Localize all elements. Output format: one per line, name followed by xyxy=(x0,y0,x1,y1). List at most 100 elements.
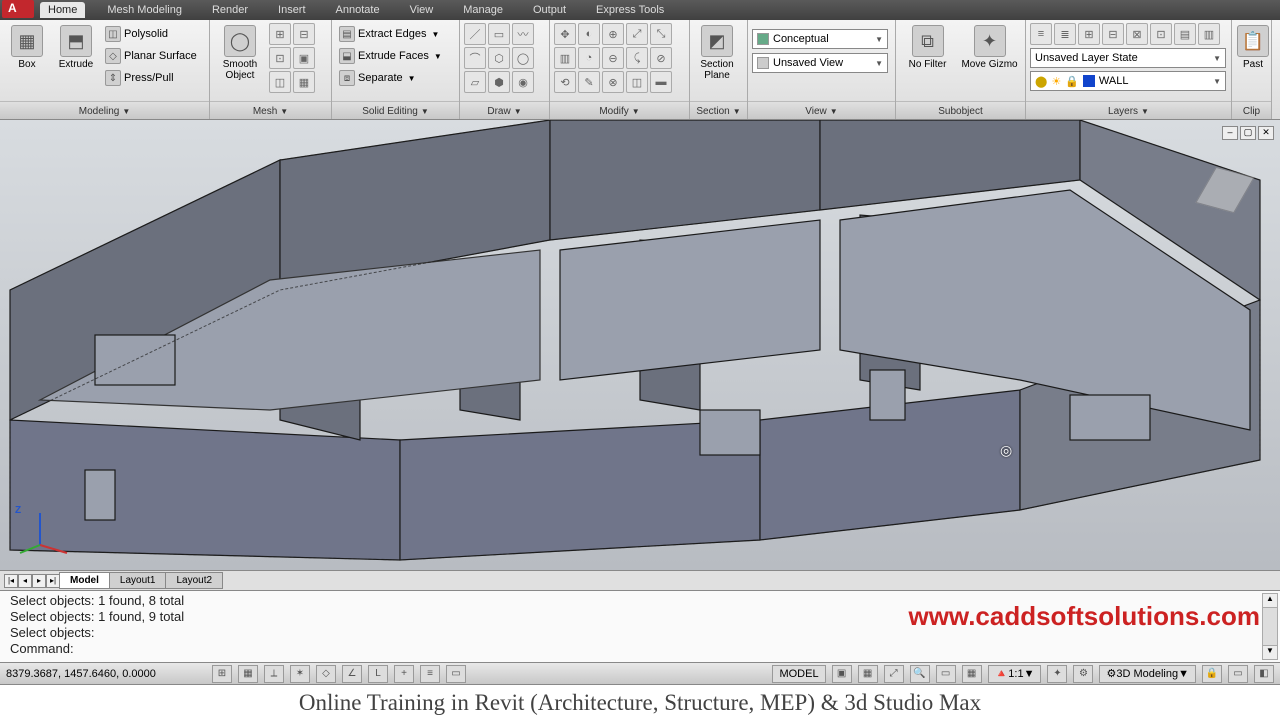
menu-tab-output[interactable]: Output xyxy=(525,2,574,18)
panel-title-modify[interactable]: Modify▼ xyxy=(550,101,689,119)
model-space-button[interactable]: MODEL xyxy=(772,665,825,683)
menu-tab-home[interactable]: Home xyxy=(40,2,85,18)
modify-icon-8[interactable]: ⊖ xyxy=(602,47,624,69)
tab-nav-prev[interactable]: ◂ xyxy=(18,574,32,588)
modify-icon-13[interactable]: ⊗ xyxy=(602,71,624,93)
layer-icon-7[interactable]: ▤ xyxy=(1174,23,1196,45)
status-icon-j[interactable]: ▭ xyxy=(1228,665,1248,683)
layer-icon-8[interactable]: ▥ xyxy=(1198,23,1220,45)
tab-nav-next[interactable]: ▸ xyxy=(32,574,46,588)
tab-layout1[interactable]: Layout1 xyxy=(109,572,167,589)
status-icon-k[interactable]: ◧ xyxy=(1254,665,1274,683)
draw-icon-4[interactable]: ⌒ xyxy=(464,47,486,69)
menu-tab-express-tools[interactable]: Express Tools xyxy=(588,2,672,18)
layer-icon-1[interactable]: ≡ xyxy=(1030,23,1052,45)
status-icon-i[interactable]: 🔒 xyxy=(1202,665,1222,683)
status-icon-c[interactable]: ⤢ xyxy=(884,665,904,683)
modify-icon-14[interactable]: ◫ xyxy=(626,71,648,93)
snap-toggle[interactable]: ⊞ xyxy=(212,665,232,683)
status-icon-d[interactable]: 🔍 xyxy=(910,665,930,683)
status-icon-e[interactable]: ▭ xyxy=(936,665,956,683)
panel-title-section[interactable]: Section▼ xyxy=(690,101,747,119)
layer-icon-3[interactable]: ⊞ xyxy=(1078,23,1100,45)
status-icon-f[interactable]: ▦ xyxy=(962,665,982,683)
polysolid-button[interactable]: ◫Polysolid xyxy=(102,23,200,45)
modify-icon-4[interactable]: ⤢ xyxy=(626,23,648,45)
panel-title-layers[interactable]: Layers▼ xyxy=(1026,101,1231,119)
workspace-switcher[interactable]: ⚙ 3D Modeling ▼ xyxy=(1099,665,1196,683)
polar-toggle[interactable]: ✶ xyxy=(290,665,310,683)
dyn-toggle[interactable]: + xyxy=(394,665,414,683)
mesh-icon-6[interactable]: ▦ xyxy=(293,71,315,93)
menu-tab-manage[interactable]: Manage xyxy=(455,2,511,18)
menu-tab-insert[interactable]: Insert xyxy=(270,2,314,18)
layer-icon-6[interactable]: ⊡ xyxy=(1150,23,1172,45)
status-icon-g[interactable]: ✦ xyxy=(1047,665,1067,683)
modify-icon-7[interactable]: ◔ xyxy=(578,47,600,69)
scroll-down-button[interactable]: ▼ xyxy=(1263,645,1277,659)
move-gizmo-button[interactable]: ✦ Move Gizmo xyxy=(958,23,1021,72)
otrack-toggle[interactable]: ∠ xyxy=(342,665,362,683)
draw-icon-6[interactable]: ◯ xyxy=(512,47,534,69)
modify-icon-15[interactable]: ▬ xyxy=(650,71,672,93)
layer-state-dropdown[interactable]: Unsaved Layer State ▼ xyxy=(1030,48,1226,68)
panel-title-solid-editing[interactable]: Solid Editing▼ xyxy=(332,101,459,119)
mesh-icon-5[interactable]: ◫ xyxy=(269,71,291,93)
extract-edges-button[interactable]: ▤Extract Edges▼ xyxy=(336,23,445,45)
modify-icon-1[interactable]: ✥ xyxy=(554,23,576,45)
viewport-minimize-button[interactable]: – xyxy=(1222,126,1238,140)
ducs-toggle[interactable]: L xyxy=(368,665,388,683)
mesh-icon-3[interactable]: ⊡ xyxy=(269,47,291,69)
box-button[interactable]: ▦ Box xyxy=(4,23,50,72)
extrude-button[interactable]: ⬒ Extrude xyxy=(53,23,99,72)
draw-icon-9[interactable]: ◉ xyxy=(512,71,534,93)
panel-title-view[interactable]: View▼ xyxy=(748,101,895,119)
mesh-icon-1[interactable]: ⊞ xyxy=(269,23,291,45)
tab-nav-last[interactable]: ▸| xyxy=(46,574,60,588)
presspull-button[interactable]: ⇕Press/Pull xyxy=(102,67,200,89)
app-icon[interactable] xyxy=(2,0,34,18)
modify-icon-2[interactable]: ◐ xyxy=(578,23,600,45)
qp-toggle[interactable]: ▭ xyxy=(446,665,466,683)
planar-surface-button[interactable]: ◇Planar Surface xyxy=(102,45,200,67)
draw-icon-3[interactable]: 〰 xyxy=(512,23,534,45)
tab-nav-first[interactable]: |◂ xyxy=(4,574,18,588)
separate-button[interactable]: ⧈Separate▼ xyxy=(336,67,445,89)
draw-icon-2[interactable]: ▭ xyxy=(488,23,510,45)
paste-button[interactable]: 📋 Past xyxy=(1236,23,1270,72)
view-cube[interactable] xyxy=(1190,160,1260,230)
layer-icon-4[interactable]: ⊟ xyxy=(1102,23,1124,45)
tab-model[interactable]: Model xyxy=(59,572,110,589)
viewport-maximize-button[interactable]: ▢ xyxy=(1240,126,1256,140)
viewport-close-button[interactable]: ✕ xyxy=(1258,126,1274,140)
section-plane-button[interactable]: ◩ Section Plane xyxy=(694,23,740,83)
menu-tab-render[interactable]: Render xyxy=(204,2,256,18)
modify-icon-5[interactable]: ⤡ xyxy=(650,23,672,45)
modify-icon-11[interactable]: ⟲ xyxy=(554,71,576,93)
scroll-up-button[interactable]: ▲ xyxy=(1263,594,1277,608)
draw-icon-5[interactable]: ⬡ xyxy=(488,47,510,69)
extrude-faces-button[interactable]: ⬓Extrude Faces▼ xyxy=(336,45,445,67)
status-icon-b[interactable]: ▦ xyxy=(858,665,878,683)
panel-title-mesh[interactable]: Mesh▼ xyxy=(210,101,331,119)
panel-title-draw[interactable]: Draw▼ xyxy=(460,101,549,119)
command-window[interactable]: Select objects: 1 found, 8 total Select … xyxy=(0,590,1280,662)
layer-icon-5[interactable]: ⊠ xyxy=(1126,23,1148,45)
lwt-toggle[interactable]: ≡ xyxy=(420,665,440,683)
modify-icon-12[interactable]: ✎ xyxy=(578,71,600,93)
modify-icon-9[interactable]: ⤹ xyxy=(626,47,648,69)
draw-icon-1[interactable]: ／ xyxy=(464,23,486,45)
visual-style-dropdown[interactable]: Conceptual ▼ xyxy=(752,29,888,49)
modify-icon-6[interactable]: ▥ xyxy=(554,47,576,69)
panel-title-modeling[interactable]: Modeling▼ xyxy=(0,101,209,119)
saved-view-dropdown[interactable]: Unsaved View ▼ xyxy=(752,53,888,73)
draw-icon-7[interactable]: ▱ xyxy=(464,71,486,93)
modify-icon-10[interactable]: ⊘ xyxy=(650,47,672,69)
layer-icon-2[interactable]: ≣ xyxy=(1054,23,1076,45)
osnap-toggle[interactable]: ◇ xyxy=(316,665,336,683)
command-scrollbar[interactable]: ▲ ▼ xyxy=(1262,593,1278,660)
menu-tab-annotate[interactable]: Annotate xyxy=(328,2,388,18)
draw-icon-8[interactable]: ⬢ xyxy=(488,71,510,93)
current-layer-dropdown[interactable]: ⬤ ☀ 🔒 WALL ▼ xyxy=(1030,71,1226,91)
menu-tab-mesh-modeling[interactable]: Mesh Modeling xyxy=(99,2,190,18)
